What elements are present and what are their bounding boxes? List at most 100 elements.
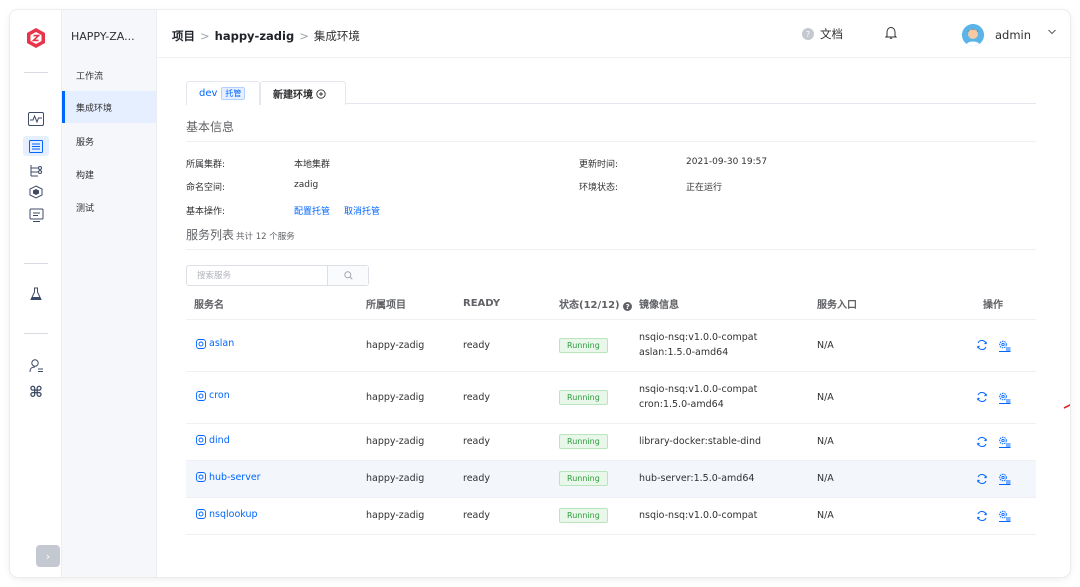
- cell-entry: N/A: [817, 319, 950, 372]
- table-row: cron happy-zadig ready Running nsqio-nsq…: [186, 371, 1036, 424]
- cell-project: happy-zadig: [366, 319, 463, 372]
- workflow-tree-icon[interactable]: [26, 162, 46, 180]
- service-name: aslan: [209, 338, 235, 350]
- configure-managed-link[interactable]: 配置托管: [294, 204, 330, 217]
- env-tabs: dev 托管 新建环境: [186, 78, 1036, 105]
- status-badge: Running: [559, 389, 608, 405]
- cell-project: happy-zadig: [366, 423, 463, 461]
- row-actions: [950, 390, 1036, 404]
- sidebar-item-tests[interactable]: 测试: [62, 191, 156, 223]
- service-link[interactable]: nsqlookup: [196, 509, 258, 520]
- icon-rail: ⌘ ›: [10, 10, 62, 577]
- service-list-title: 服务列表 共计 12 个服务: [186, 226, 1036, 250]
- cell-status: Running: [559, 319, 639, 372]
- bell-icon[interactable]: [885, 26, 897, 40]
- service-list-title-text: 服务列表: [186, 228, 235, 242]
- cell-ready: ready: [463, 460, 559, 498]
- operations-label: 基本操作:: [186, 207, 226, 217]
- breadcrumb-separator-icon: >: [200, 29, 210, 43]
- user-settings-icon[interactable]: [26, 356, 46, 374]
- monitor-icon[interactable]: [26, 206, 46, 224]
- settings-list-icon[interactable]: [998, 435, 1012, 449]
- settings-list-icon[interactable]: [998, 390, 1012, 404]
- table-row: nsqlookup happy-zadig ready Running nsqi…: [186, 497, 1036, 535]
- sidebar-item-environments[interactable]: 集成环境: [62, 91, 156, 123]
- tab-dev[interactable]: dev 托管: [186, 81, 260, 105]
- cell-ready: ready: [463, 319, 559, 372]
- env-content: dev 托管 新建环境 基本信息 所属集群: 本地集群 命名空间: zadig …: [186, 78, 1036, 535]
- new-env-label: 新建环境: [273, 90, 313, 101]
- cell-image: library-docker:stable-dind: [639, 423, 817, 461]
- col-status-label: 状态(12/12): [559, 299, 620, 311]
- service-link[interactable]: aslan: [196, 338, 234, 349]
- search-button[interactable]: [327, 266, 368, 285]
- settings-list-icon[interactable]: [998, 338, 1012, 352]
- chevron-right-icon[interactable]: ›: [36, 545, 60, 567]
- project-list-icon[interactable]: [23, 136, 49, 156]
- namespace-value: zadig: [294, 180, 319, 190]
- command-icon[interactable]: ⌘: [26, 383, 46, 401]
- restart-icon[interactable]: [975, 435, 989, 449]
- rail-divider: [24, 263, 48, 264]
- image-tag: cron:1.5.0-amd64: [639, 399, 724, 410]
- main-panel: 项目 > happy-zadig > 集成环境 ? 文档 admin dev 托管 新建…: [157, 10, 1070, 577]
- cell-entry: N/A: [817, 460, 950, 498]
- cell-ready: ready: [463, 423, 559, 461]
- sidebar-item-builds[interactable]: 构建: [62, 158, 156, 190]
- col-project: 所属项目: [366, 288, 463, 320]
- services-table: 服务名 所属项目 READY 状态(12/12) ? 镜像信息 服务入口 操作: [186, 288, 1036, 535]
- cell-project: happy-zadig: [366, 460, 463, 498]
- service-link[interactable]: dind: [196, 435, 230, 446]
- breadcrumb: 项目 > happy-zadig > 集成环境: [172, 28, 360, 44]
- cell-entry: N/A: [817, 371, 950, 424]
- table-header-row: 服务名 所属项目 READY 状态(12/12) ? 镜像信息 服务入口 操作: [186, 288, 1036, 320]
- table-row: aslan happy-zadig ready Running nsqio-ns…: [186, 319, 1036, 372]
- settings-list-icon[interactable]: [998, 509, 1012, 523]
- basic-info: 所属集群: 本地集群 命名空间: zadig 基本操作: 配置托管 取消托管 更…: [186, 154, 1036, 226]
- col-ops: 操作: [950, 288, 1036, 320]
- cell-ops: [950, 319, 1036, 372]
- restart-icon[interactable]: [975, 472, 989, 486]
- search-icon: [343, 271, 353, 280]
- sidebar-item-services[interactable]: 服务: [62, 125, 156, 157]
- cell-service-name: hub-server: [186, 460, 366, 498]
- image-tag: aslan:1.5.0-amd64: [639, 347, 729, 358]
- cell-ops: [950, 460, 1036, 498]
- app-window: ⌘ › HAPPY-ZA... 工作流 集成环境 服务 构建 测试 项目 > hap…: [10, 10, 1070, 577]
- activity-icon[interactable]: [26, 110, 46, 128]
- row-actions: [950, 338, 1036, 352]
- breadcrumb-project[interactable]: happy-zadig: [215, 29, 295, 43]
- restart-icon[interactable]: [975, 338, 989, 352]
- cell-ready: ready: [463, 371, 559, 424]
- service-name: hub-server: [209, 471, 261, 483]
- sidebar-item-workflow[interactable]: 工作流: [62, 59, 156, 91]
- cube-icon[interactable]: [26, 183, 46, 201]
- settings-list-icon[interactable]: [998, 472, 1012, 486]
- restart-icon[interactable]: [975, 390, 989, 404]
- service-search: [186, 265, 369, 286]
- avatar[interactable]: [962, 24, 984, 46]
- breadcrumb-root[interactable]: 项目: [172, 29, 195, 43]
- service-icon: [196, 472, 206, 483]
- breadcrumb-current: 集成环境: [313, 29, 360, 43]
- flask-icon[interactable]: [26, 285, 46, 303]
- service-link[interactable]: cron: [196, 390, 230, 401]
- service-name: nsqlookup: [209, 508, 258, 520]
- chevron-down-icon[interactable]: [1047, 28, 1057, 36]
- zadig-logo-icon[interactable]: [25, 27, 47, 49]
- table-row: hub-server happy-zadig ready Running hub…: [186, 460, 1036, 498]
- rail-divider: [24, 333, 48, 334]
- cell-project: happy-zadig: [366, 371, 463, 424]
- cancel-managed-link[interactable]: 取消托管: [344, 204, 380, 217]
- col-status: 状态(12/12) ?: [559, 288, 639, 320]
- restart-icon[interactable]: [975, 509, 989, 523]
- cell-status: Running: [559, 423, 639, 461]
- search-input[interactable]: [187, 266, 328, 285]
- tab-new-environment[interactable]: 新建环境: [260, 81, 346, 105]
- user-name[interactable]: admin: [995, 28, 1031, 42]
- docs-link[interactable]: ? 文档: [802, 26, 843, 42]
- service-link[interactable]: hub-server: [196, 472, 261, 483]
- cluster-value: 本地集群: [294, 160, 331, 170]
- row-actions: [950, 435, 1036, 449]
- help-icon[interactable]: ?: [623, 302, 633, 311]
